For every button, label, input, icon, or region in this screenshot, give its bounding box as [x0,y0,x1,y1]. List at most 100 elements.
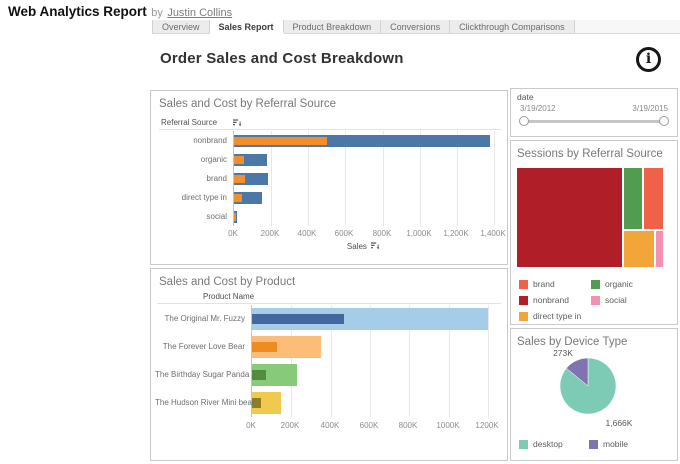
axis-tick: 0K [228,229,238,238]
info-icon[interactable]: i [636,47,661,72]
date-slider-handle-start[interactable] [519,116,529,126]
legend-label: nonbrand [533,295,569,305]
cost-bar-the-original-mr-fuzzy[interactable] [252,314,344,324]
axis-tick: 800K [372,229,392,238]
legend-swatch [589,439,598,449]
legend-label: social [605,295,627,305]
legend-item-brand[interactable]: brand [519,276,591,292]
legend-swatch [519,439,528,449]
dashboard-root: Web Analytics Report by Justin Collins O… [0,0,680,464]
row-label: The Birthday Sugar Panda [155,370,250,379]
treemap-block-direct-type-in[interactable] [624,231,655,267]
sort-icon[interactable] [233,119,242,129]
axis-tick: 800K [398,421,418,430]
legend-swatch [591,279,600,289]
legend-item-social[interactable]: social [591,292,633,308]
axis-tick: 0K [246,421,256,430]
row-label: The Forever Love Bear [162,342,245,351]
legend-swatch [591,295,600,305]
axis-tick: 600K [334,229,354,238]
legend-item-direct-type-in[interactable]: direct type in [519,308,591,324]
pie-legend: desktop mobile [519,436,628,452]
legend-label: brand [533,279,555,289]
axis-tick: 600K [359,421,379,430]
panel-sales-cost-by-product: Sales and Cost by Product Product Name T… [150,268,508,461]
legend-item-nonbrand[interactable]: nonbrand [519,292,591,308]
axis-tick: 400K [320,421,340,430]
tab-conversions[interactable]: Conversions [381,20,451,33]
treemap [517,168,663,267]
treemap-block-organic[interactable] [624,168,643,230]
row-header: Referral Source [159,117,501,130]
axis-tick: 1,000K [406,229,432,238]
tab-overview[interactable]: Overview [152,20,210,33]
gridline [494,131,495,226]
row-label: brand [206,173,227,183]
cost-bar-the-birthday-sugar-panda[interactable] [252,370,266,380]
treemap-block-nonbrand[interactable] [517,168,622,267]
legend-label: mobile [603,439,629,449]
filter-label: date [517,92,534,102]
axis-tick: 1000K [436,421,460,430]
gridline [488,305,489,417]
panel-sessions-by-referral: Sessions by Referral Source brand nonbran… [510,140,678,325]
plot-area [233,131,495,226]
row-label: The Hudson River Mini bear [155,398,255,407]
axis-tick: 1,200K [443,229,469,238]
plot-area [251,305,489,417]
row-label: organic [200,154,227,164]
chart-title: Sales and Cost by Product [159,276,296,288]
page-title: Order Sales and Cost Breakdown [160,50,404,67]
legend-item-mobile[interactable]: mobile [589,436,628,452]
date-slider-handle-end[interactable] [659,116,669,126]
tab-sales-report[interactable]: Sales Report [209,20,284,33]
sort-icon[interactable] [371,242,380,252]
date-end: 3/19/2015 [632,104,668,113]
row-label: nonbrand [193,135,227,145]
axis-tick: 200K [260,229,280,238]
cost-bar-social[interactable] [234,212,236,221]
cost-bar-nonbrand[interactable] [234,136,327,145]
row-label: social [206,211,227,221]
chart-title: Sessions by Referral Source [517,148,663,160]
axis-tick: 1,400K [480,229,506,238]
axis-tick: 200K [280,421,300,430]
tab-clickthrough-comparisons[interactable]: Clickthrough Comparisons [450,20,575,33]
legend-swatch [519,311,528,321]
treemap-legend: brand nonbrand direct type in organic social [519,276,633,324]
legend-label: organic [605,279,633,289]
panel-sales-cost-by-referral: Sales and Cost by Referral Source Referr… [150,90,508,265]
x-axis-label: Sales [233,242,493,252]
legend-label: direct type in [533,311,582,321]
axis-tick: 400K [297,229,317,238]
row-label: direct type in [181,192,227,202]
cost-bar-brand[interactable] [234,174,245,183]
report-title: Web Analytics Report [8,4,147,19]
cost-bar-the-forever-love-bear[interactable] [252,342,277,352]
legend-item-organic[interactable]: organic [591,276,633,292]
tab-bar-filler [574,20,680,33]
cost-bar-organic[interactable] [234,155,244,164]
report-header: Web Analytics Report by Justin Collins [8,3,232,21]
byline: by [151,7,163,19]
author-link[interactable]: Justin Collins [167,7,232,19]
treemap-block-social[interactable] [656,231,663,267]
tab-bar: Overview Sales Report Product Breakdown Con… [152,20,680,34]
date-start: 3/19/2012 [520,104,556,113]
cost-bar-direct-type-in[interactable] [234,193,242,202]
pie-value-mobile: 273K [553,348,573,358]
legend-swatch [519,279,528,289]
row-header: Product Name [157,292,501,304]
chart-title: Sales and Cost by Referral Source [159,98,337,110]
axis-tick: 1200K [475,421,499,430]
pie-value-desktop: 1,666K [605,418,633,428]
tab-product-breakdown[interactable]: Product Breakdown [283,20,382,33]
legend-item-desktop[interactable]: desktop [519,436,589,452]
legend-swatch [519,295,528,305]
panel-sales-by-device: Sales by Device Type 273K 1,666K desktop… [510,328,678,461]
panel-date-filter: date 3/19/2012 3/19/2015 [510,88,678,137]
date-slider-track[interactable] [519,116,669,126]
treemap-block-brand[interactable] [644,168,663,230]
legend-label: desktop [533,439,563,449]
row-label: The Original Mr. Fuzzy [164,314,245,323]
